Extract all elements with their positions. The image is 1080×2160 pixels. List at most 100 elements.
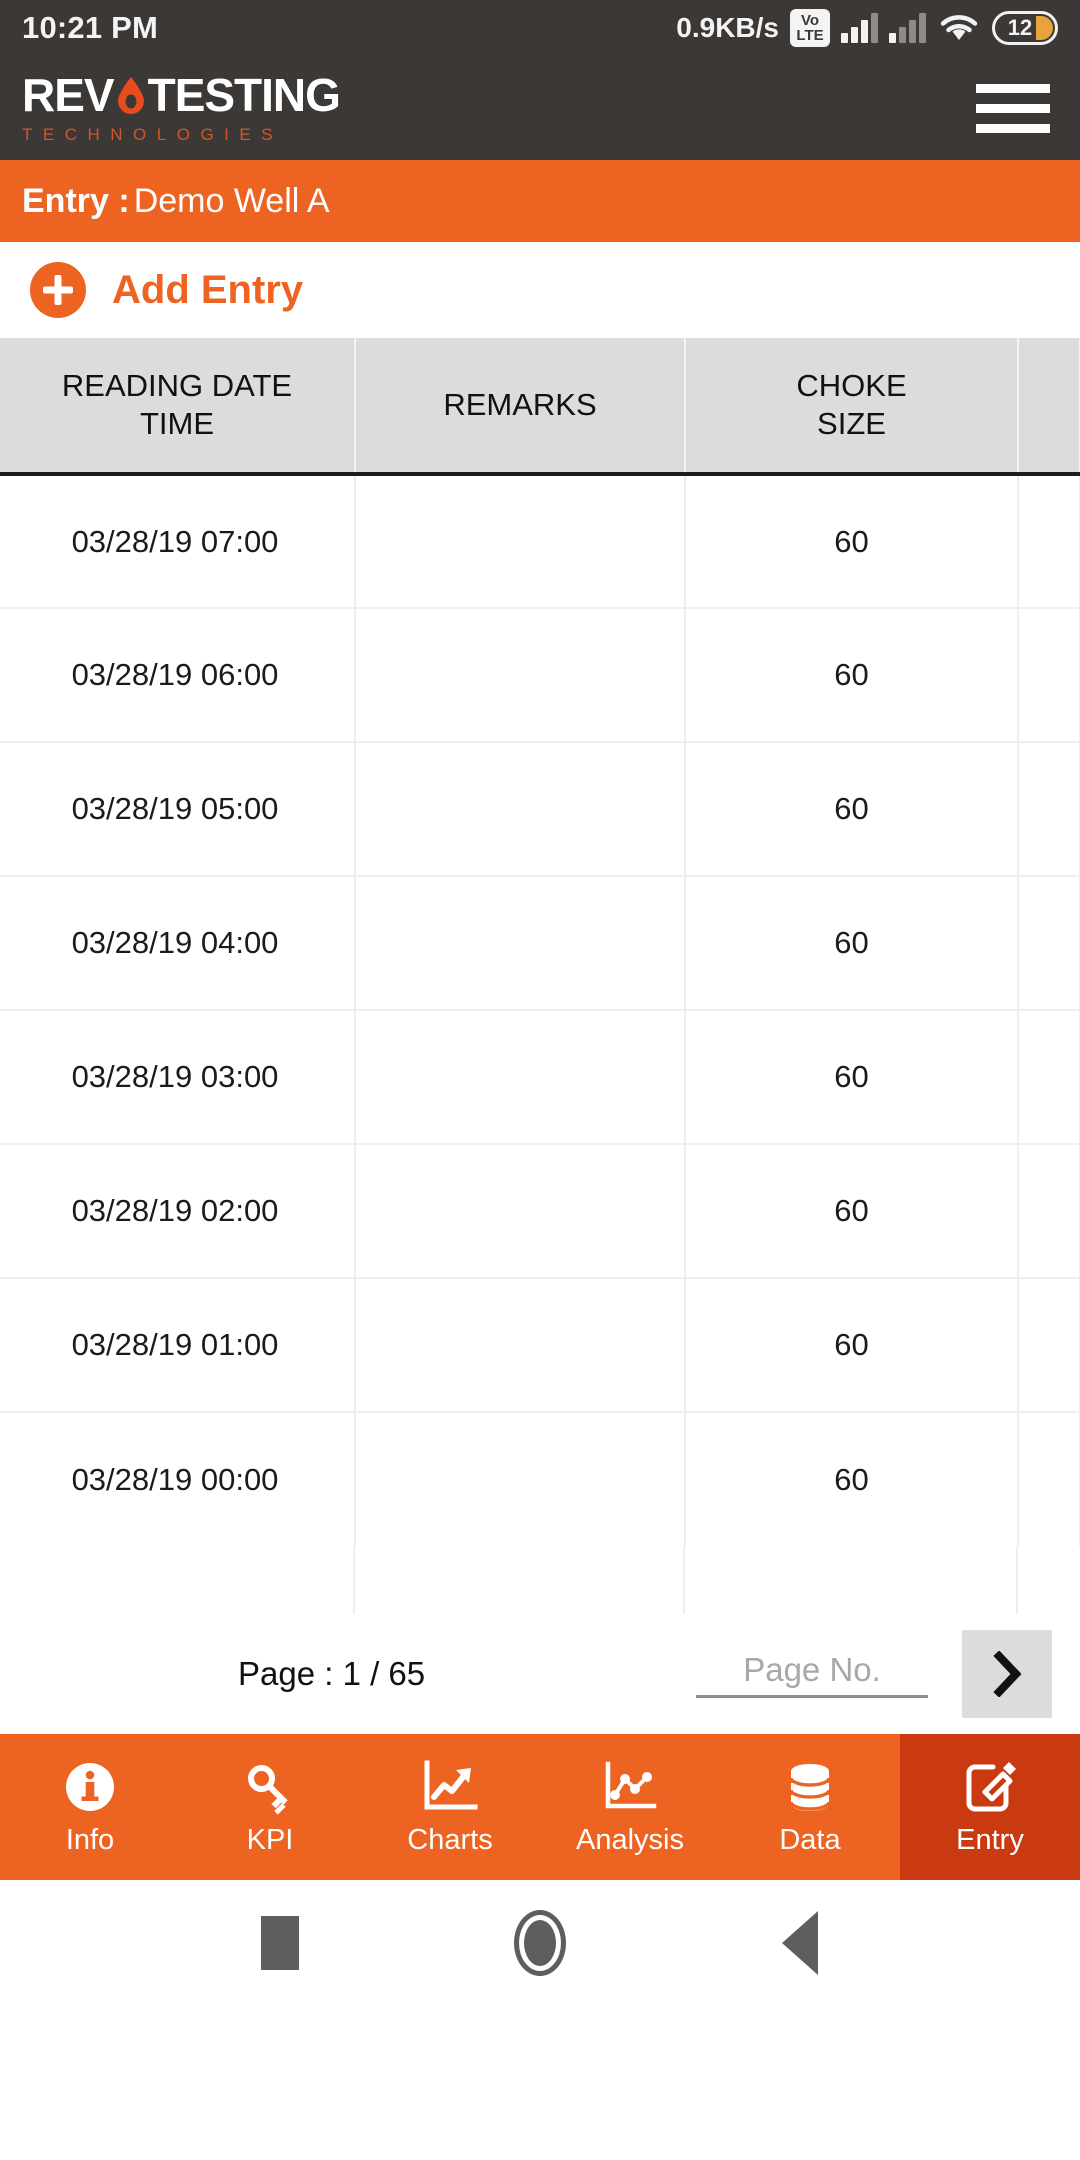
entry-title-label: Entry : bbox=[22, 181, 130, 220]
cell-remarks bbox=[355, 474, 686, 609]
cell-date-time: 03/28/19 07:00 bbox=[0, 474, 356, 609]
cell-extra bbox=[1018, 608, 1080, 743]
battery-indicator: 12 bbox=[992, 11, 1058, 45]
table-row[interactable]: 03/28/19 07:00 60 bbox=[0, 474, 1080, 609]
cell-remarks bbox=[355, 742, 686, 877]
cell-date-time: 03/28/19 04:00 bbox=[0, 876, 356, 1011]
cell-remarks bbox=[355, 1010, 686, 1145]
logo-text-revo: REV bbox=[22, 68, 115, 121]
android-system-nav bbox=[0, 1880, 1080, 2006]
database-icon bbox=[782, 1758, 838, 1816]
triangle-back-icon[interactable] bbox=[765, 1908, 835, 1978]
cell-date-time: 03/28/19 03:00 bbox=[0, 1010, 356, 1145]
cell-remarks bbox=[355, 876, 686, 1011]
chevron-right-icon bbox=[990, 1651, 1024, 1697]
page-number-input[interactable] bbox=[696, 1650, 928, 1689]
cell-date-time: 03/28/19 01:00 bbox=[0, 1278, 356, 1413]
entry-title-bar: Entry : Demo Well A bbox=[0, 160, 1080, 242]
cell-choke-size: 60 bbox=[685, 1144, 1019, 1279]
cell-choke-size: 60 bbox=[685, 1010, 1019, 1145]
cell-date-time: 03/28/19 06:00 bbox=[0, 608, 356, 743]
hamburger-menu-icon[interactable] bbox=[976, 83, 1050, 133]
edit-square-icon bbox=[962, 1758, 1018, 1816]
volte-top-text: Vo bbox=[800, 12, 820, 29]
nav-item-kpi[interactable]: KPI bbox=[180, 1734, 360, 1880]
nav-item-charts[interactable]: Charts bbox=[360, 1734, 540, 1880]
page-number-field-wrap bbox=[696, 1650, 928, 1698]
column-header-choke-size[interactable]: CHOKE SIZE bbox=[685, 338, 1019, 474]
table-row[interactable]: 03/28/19 00:00 60 bbox=[0, 1412, 1080, 1546]
signal-strength-sim2-icon bbox=[889, 13, 926, 43]
battery-level-text: 12 bbox=[1007, 15, 1033, 40]
cell-date-time: 03/28/19 02:00 bbox=[0, 1144, 356, 1279]
cell-date-time: 03/28/19 05:00 bbox=[0, 742, 356, 877]
status-icons: 0.9KB/s Vo LTE 12 bbox=[676, 9, 1058, 47]
next-page-button[interactable] bbox=[962, 1630, 1052, 1718]
cell-choke-size: 60 bbox=[685, 742, 1019, 877]
add-entry-label: Add Entry bbox=[112, 267, 304, 312]
square-recents-icon[interactable] bbox=[245, 1908, 315, 1978]
nav-label-info: Info bbox=[65, 1823, 115, 1856]
nav-label-charts: Charts bbox=[407, 1823, 493, 1856]
cell-choke-size: 60 bbox=[685, 1412, 1019, 1546]
table-row[interactable]: 03/28/19 03:00 60 bbox=[0, 1010, 1080, 1145]
nav-item-info[interactable]: Info bbox=[0, 1734, 180, 1880]
wifi-icon bbox=[937, 10, 981, 47]
table-row[interactable]: 03/28/19 05:00 60 bbox=[0, 742, 1080, 877]
droplet-icon bbox=[116, 76, 146, 114]
cell-extra bbox=[1018, 876, 1080, 1011]
volte-icon: Vo LTE bbox=[790, 9, 830, 47]
nav-label-kpi: KPI bbox=[246, 1823, 294, 1856]
pagination-bar: Page : 1 / 65 bbox=[0, 1614, 1080, 1734]
cell-choke-size: 60 bbox=[685, 608, 1019, 743]
nav-item-entry[interactable]: Entry bbox=[900, 1734, 1080, 1880]
bottom-navigation: Info KPI Charts Analysis Data Entry bbox=[0, 1734, 1080, 1880]
nav-item-analysis[interactable]: Analysis bbox=[540, 1734, 720, 1880]
table-header-row: READING DATE TIME REMARKS CHOKE SIZE bbox=[0, 338, 1080, 474]
table-row[interactable]: 03/28/19 01:00 60 bbox=[0, 1278, 1080, 1413]
logo-subtitle: TECHNOLOGIES bbox=[22, 124, 284, 144]
cell-extra bbox=[1018, 1278, 1080, 1413]
nav-label-data: Data bbox=[779, 1823, 841, 1856]
cell-extra bbox=[1018, 474, 1080, 609]
circle-home-icon[interactable] bbox=[505, 1908, 575, 1978]
cell-date-time: 03/28/19 00:00 bbox=[0, 1412, 356, 1546]
cell-extra bbox=[1018, 1010, 1080, 1145]
volte-bottom-text: LTE bbox=[796, 27, 824, 44]
column-header-reading-date-time[interactable]: READING DATE TIME bbox=[0, 338, 356, 474]
cell-choke-size: 60 bbox=[685, 1278, 1019, 1413]
cell-remarks bbox=[355, 1144, 686, 1279]
logo-text-testing: TESTING bbox=[147, 68, 341, 121]
signal-strength-sim1-icon bbox=[841, 13, 878, 43]
cell-choke-size: 60 bbox=[685, 474, 1019, 609]
cell-remarks bbox=[355, 1278, 686, 1413]
nav-label-analysis: Analysis bbox=[576, 1823, 684, 1856]
plus-circle-icon bbox=[30, 262, 86, 318]
table-bottom-spacer bbox=[0, 1546, 1080, 1614]
cell-extra bbox=[1018, 1412, 1080, 1546]
line-chart-icon bbox=[421, 1758, 479, 1816]
logo-wordmark: REV TESTING bbox=[22, 68, 341, 121]
table-header: READING DATE TIME REMARKS CHOKE SIZE bbox=[0, 338, 1080, 474]
entries-table: READING DATE TIME REMARKS CHOKE SIZE 03/… bbox=[0, 338, 1080, 1546]
app-logo: REV TESTING TECHNOLOGIES bbox=[22, 68, 341, 145]
add-entry-button[interactable]: Add Entry bbox=[0, 242, 1080, 338]
column-header-next-partial[interactable] bbox=[1018, 338, 1080, 474]
cell-extra bbox=[1018, 742, 1080, 877]
status-clock: 10:21 PM bbox=[22, 10, 158, 45]
info-circle-icon bbox=[62, 1758, 118, 1816]
nav-item-data[interactable]: Data bbox=[720, 1734, 900, 1880]
cell-choke-size: 60 bbox=[685, 876, 1019, 1011]
column-header-remarks[interactable]: REMARKS bbox=[355, 338, 686, 474]
table-row[interactable]: 03/28/19 04:00 60 bbox=[0, 876, 1080, 1011]
cell-remarks bbox=[355, 608, 686, 743]
entries-table-container[interactable]: READING DATE TIME REMARKS CHOKE SIZE 03/… bbox=[0, 338, 1080, 1614]
app-screen: 10:21 PM 0.9KB/s Vo LTE 12 REV TESTING T… bbox=[0, 0, 1080, 2160]
table-body: 03/28/19 07:00 60 03/28/19 06:00 60 03/2… bbox=[0, 474, 1080, 1546]
app-header: REV TESTING TECHNOLOGIES bbox=[0, 56, 1080, 160]
entry-well-name: Demo Well A bbox=[133, 181, 330, 220]
nav-label-entry: Entry bbox=[956, 1823, 1024, 1856]
cell-extra bbox=[1018, 1144, 1080, 1279]
table-row[interactable]: 03/28/19 02:00 60 bbox=[0, 1144, 1080, 1279]
table-row[interactable]: 03/28/19 06:00 60 bbox=[0, 608, 1080, 743]
